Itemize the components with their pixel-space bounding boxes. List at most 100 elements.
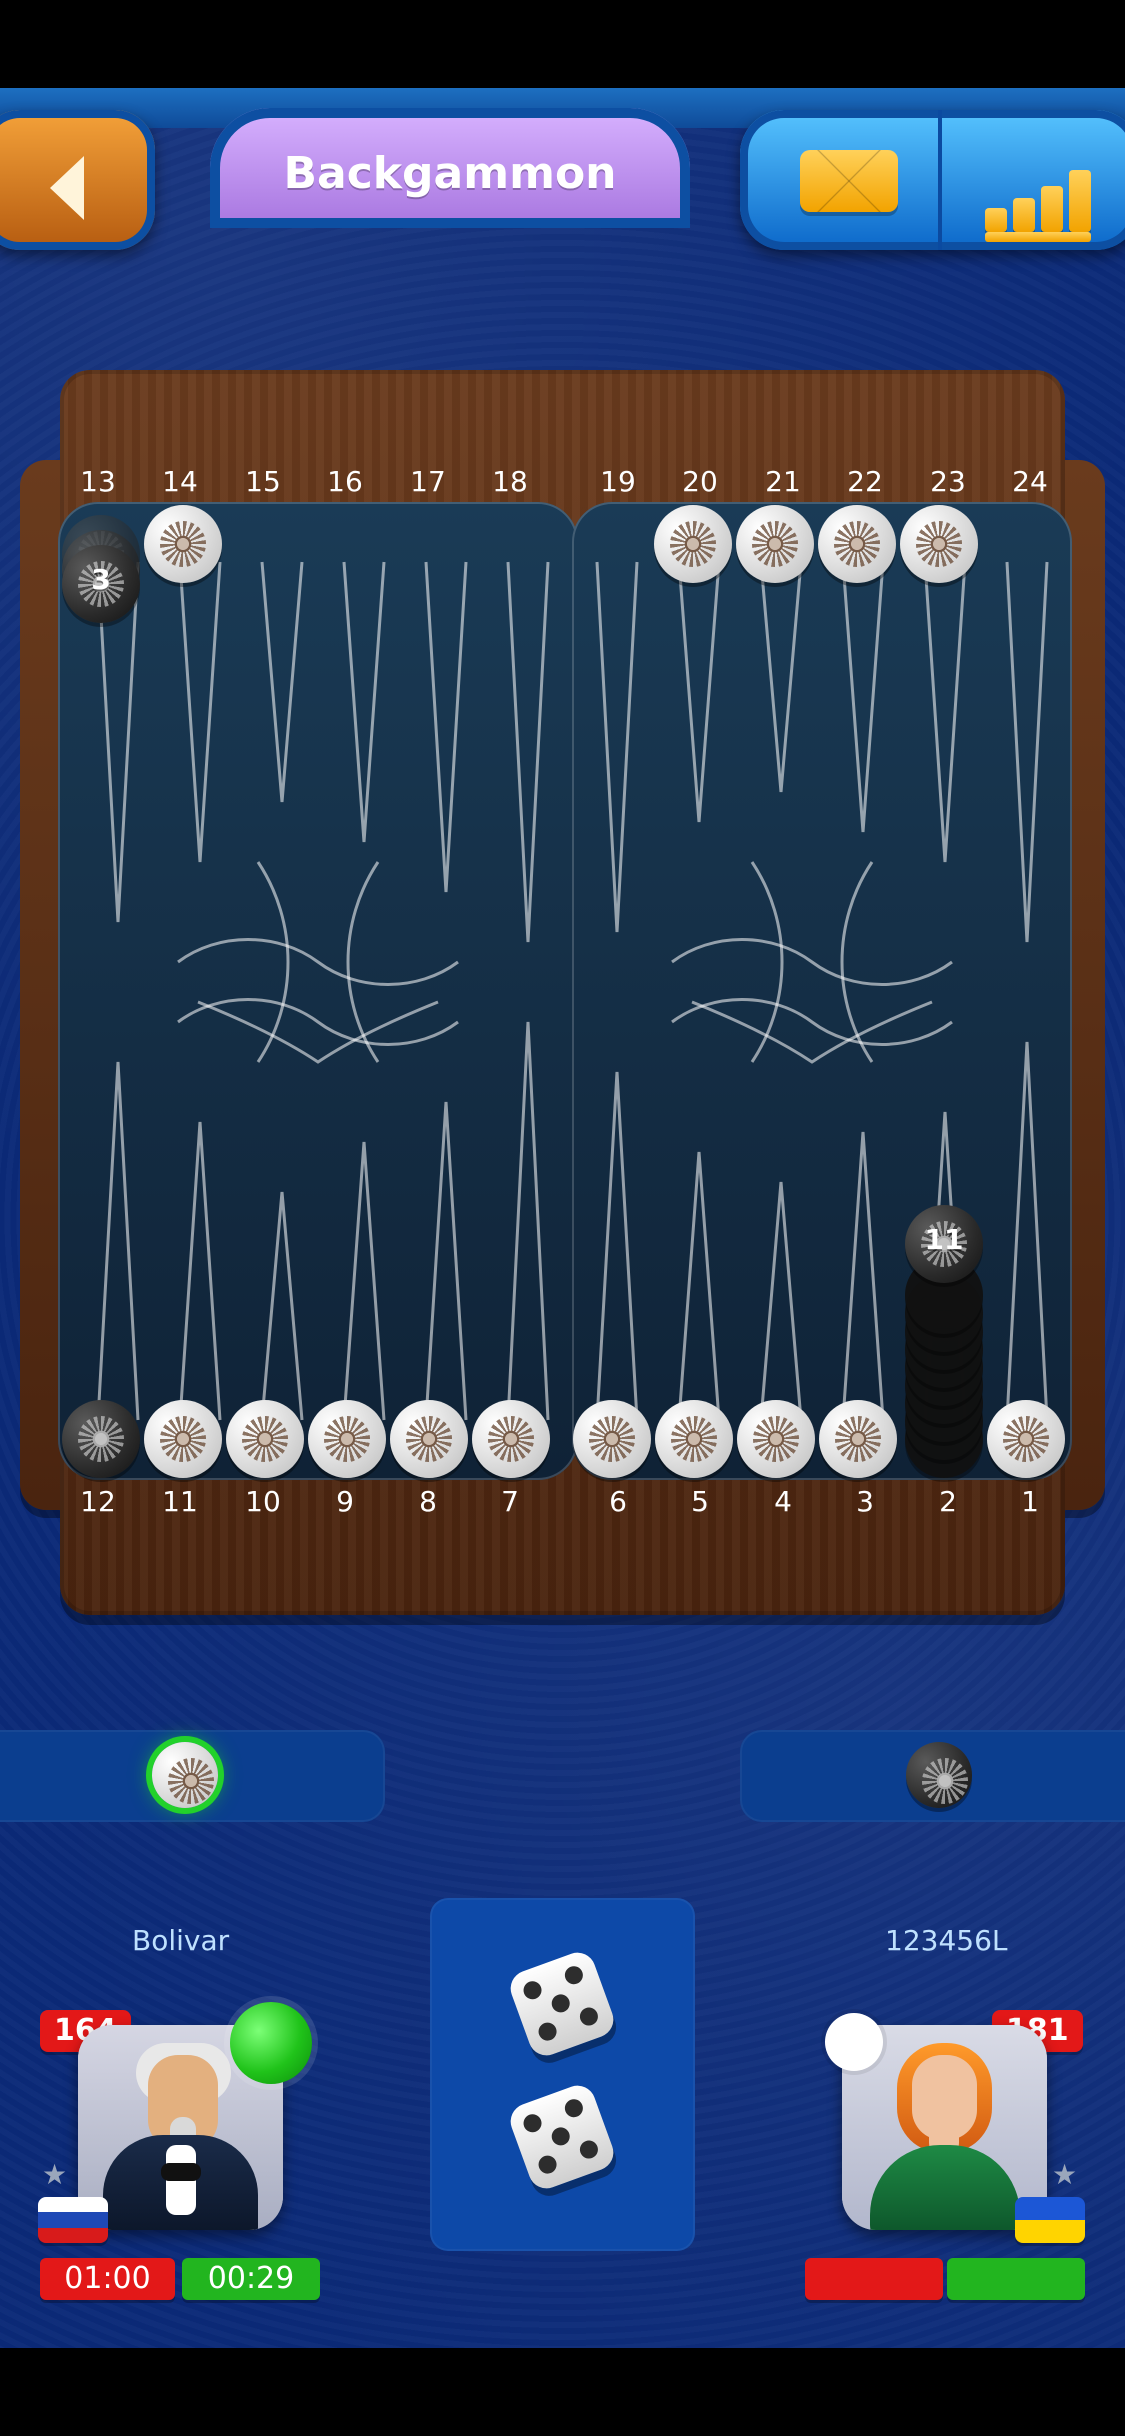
title-tab: Backgammon [210, 108, 690, 228]
checker-flower-icon [242, 1416, 288, 1462]
checker-flower-icon [78, 1416, 124, 1462]
home-indicator-area [0, 2348, 1125, 2436]
checker-white[interactable] [144, 1400, 222, 1478]
point-number: 22 [847, 465, 883, 498]
checker-white[interactable] [226, 1400, 304, 1478]
point-number: 24 [1012, 465, 1048, 498]
right-tray [740, 1730, 1125, 1822]
checker-white[interactable] [654, 505, 732, 583]
point-number: 13 [80, 465, 116, 498]
checker-white[interactable] [655, 1400, 733, 1478]
checker-white[interactable] [819, 1400, 897, 1478]
point-number: 21 [765, 465, 801, 498]
tray-checker-black[interactable] [906, 1742, 972, 1808]
checker-white[interactable] [390, 1400, 468, 1478]
board-field-right [572, 502, 1072, 1480]
top-point-numbers: 13 14 15 16 17 18 19 20 21 22 23 24 [20, 465, 1105, 505]
point-number: 10 [245, 1485, 281, 1518]
checker-black[interactable]: 3 [62, 545, 140, 623]
point-number: 7 [501, 1485, 519, 1518]
stats-bar-3 [1041, 186, 1063, 232]
checker-white[interactable] [818, 505, 896, 583]
point-number: 18 [492, 465, 528, 498]
point-number: 11 [162, 1485, 198, 1518]
stats-bar-2 [1013, 198, 1035, 232]
checker-count: 3 [91, 563, 111, 596]
ukraine-flag-icon [1015, 2197, 1085, 2243]
checker-white[interactable] [308, 1400, 386, 1478]
checker-black[interactable] [62, 1400, 140, 1478]
tray-checker-white[interactable] [152, 1742, 218, 1808]
header-actions-divider [938, 110, 942, 250]
checker-white[interactable] [144, 505, 222, 583]
checker-black[interactable]: 11 [905, 1205, 983, 1283]
turn-indicator-icon [230, 2002, 312, 2084]
checker-flower-icon [324, 1416, 370, 1462]
checker-flower-icon [168, 1758, 214, 1804]
point-number: 20 [682, 465, 718, 498]
point-number: 23 [930, 465, 966, 498]
header: Backgammon [0, 88, 1125, 250]
checker-flower-icon [916, 521, 962, 567]
dice-panel[interactable] [430, 1898, 695, 2251]
status-bar-area [0, 0, 1125, 88]
player-left-timer-total: 01:00 [40, 2258, 175, 2300]
checker-flower-icon [1003, 1416, 1049, 1462]
screen: Backgammon 13 14 15 16 17 18 19 20 21 22… [0, 0, 1125, 2436]
player-color-white-icon [825, 2013, 883, 2071]
point-number: 6 [609, 1485, 627, 1518]
stats-icon[interactable] [985, 152, 1115, 242]
checker-flower-icon [753, 1416, 799, 1462]
player-right-timer-total [805, 2258, 943, 2300]
point-number: 3 [856, 1485, 874, 1518]
checker-white[interactable] [987, 1400, 1065, 1478]
checker-flower-icon [922, 1758, 968, 1804]
point-number: 5 [691, 1485, 709, 1518]
point-number: 16 [327, 465, 363, 498]
back-button[interactable] [0, 110, 155, 250]
board-field-left [58, 502, 578, 1480]
checker-white[interactable] [900, 505, 978, 583]
checker-flower-icon [488, 1416, 534, 1462]
checker-flower-icon [160, 1416, 206, 1462]
star-icon: ★ [42, 2158, 68, 2191]
point-number: 9 [336, 1485, 354, 1518]
point-number: 1 [1021, 1485, 1039, 1518]
player-left-timer-turn: 00:29 [182, 2258, 320, 2300]
page-title: Backgammon [283, 148, 617, 199]
stats-base [985, 232, 1091, 242]
stats-bar-1 [985, 208, 1007, 232]
left-tray [0, 1730, 385, 1822]
point-number: 2 [939, 1485, 957, 1518]
stats-bar-4 [1069, 170, 1091, 232]
player-right-timer-turn [947, 2258, 1085, 2300]
title-pill: Backgammon [210, 108, 690, 228]
checker-white[interactable] [573, 1400, 651, 1478]
star-icon: ★ [1052, 2158, 1078, 2191]
point-number: 14 [162, 465, 198, 498]
checker-flower-icon [752, 521, 798, 567]
checker-flower-icon [671, 1416, 717, 1462]
point-number: 17 [410, 465, 446, 498]
checker-white[interactable] [736, 505, 814, 583]
bottom-point-numbers: 12 11 10 9 8 7 6 5 4 3 2 1 [20, 1485, 1105, 1525]
header-actions [740, 110, 1125, 250]
point-number: 4 [774, 1485, 792, 1518]
mail-icon[interactable] [800, 150, 898, 212]
checker-white[interactable] [737, 1400, 815, 1478]
checker-count: 11 [924, 1223, 964, 1256]
checker-flower-icon [406, 1416, 452, 1462]
right-field-pattern [595, 561, 1049, 1421]
checker-flower-icon [589, 1416, 635, 1462]
player-right-name: 123456L [885, 1924, 1008, 1957]
left-field-pattern [96, 561, 550, 1421]
point-number: 15 [245, 465, 281, 498]
die-three-icon [505, 2080, 619, 2194]
point-number: 8 [419, 1485, 437, 1518]
checker-flower-icon [160, 521, 206, 567]
point-number: 12 [80, 1485, 116, 1518]
backgammon-board: 13 14 15 16 17 18 19 20 21 22 23 24 3 11… [20, 370, 1105, 1615]
player-left-name: Bolivar [132, 1924, 230, 1957]
die-three-icon [505, 1947, 619, 2061]
checker-white[interactable] [472, 1400, 550, 1478]
